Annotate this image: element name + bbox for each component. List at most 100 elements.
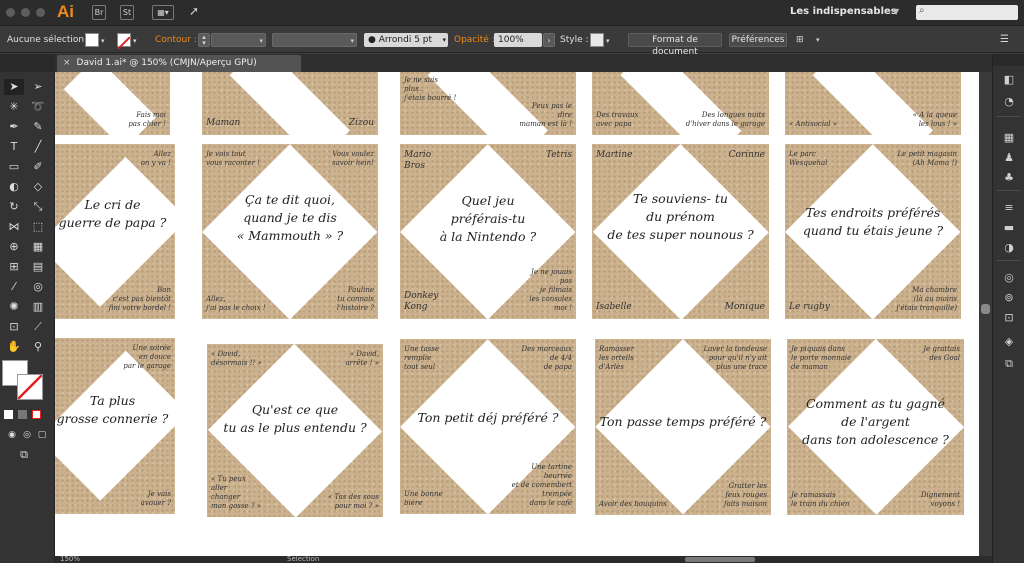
artboard-tool-icon[interactable]: ⊡ xyxy=(4,319,24,335)
shaper-tool-icon[interactable]: ◐ xyxy=(4,179,24,195)
window-close-button[interactable] xyxy=(6,8,15,17)
brush-definition-dropdown[interactable]: ● Arrondi 5 pt ▾ xyxy=(364,33,448,47)
arrange-documents-icon[interactable]: ▦▾ xyxy=(152,5,174,20)
rectangle-tool-icon[interactable]: ▭ xyxy=(4,159,24,175)
question-card[interactable]: Maman Zizou xyxy=(202,72,378,135)
swatches-panel-icon[interactable]: ▦ xyxy=(999,130,1019,146)
chevron-down-icon[interactable]: ▾ xyxy=(816,36,820,44)
question-card[interactable]: Ton petit déj préféré ? Une tasse remplie… xyxy=(400,339,576,514)
window-zoom-button[interactable] xyxy=(36,8,45,17)
panel-grip[interactable] xyxy=(0,54,55,72)
brushes-panel-icon[interactable]: ♟ xyxy=(999,150,1019,166)
line-tool-icon[interactable]: ╱ xyxy=(28,139,48,155)
rotate-tool-icon[interactable]: ↻ xyxy=(4,199,24,215)
gradient-mode-icon[interactable] xyxy=(18,410,27,419)
window-minimize-button[interactable] xyxy=(21,8,30,17)
question-card[interactable]: Comment as tu gagné de l'argent dans ton… xyxy=(787,339,964,515)
bridge-button[interactable]: Br xyxy=(92,5,106,20)
close-icon[interactable]: × xyxy=(63,58,71,68)
chevron-down-icon[interactable]: ▼ xyxy=(893,7,899,16)
chevron-down-icon[interactable]: ▾ xyxy=(606,37,610,45)
appearance-panel-icon[interactable]: ◎ xyxy=(999,270,1019,286)
draw-inside-icon[interactable]: ▢ xyxy=(32,427,52,443)
lasso-tool-icon[interactable]: ➰ xyxy=(28,99,48,115)
question-card[interactable]: Le cri de guerre de papa ? Allez on y va … xyxy=(55,144,175,319)
question-card[interactable]: « Antisocial » « A la queue les lous ! » xyxy=(785,72,961,135)
question-card[interactable]: Tes endroits préférés quand tu étais jeu… xyxy=(785,144,961,319)
fill-swatch[interactable] xyxy=(85,33,99,47)
question-card[interactable]: Ta plus grosse connerie ? Une soirée en d… xyxy=(55,338,175,514)
magic-wand-tool-icon[interactable]: ✳ xyxy=(4,99,24,115)
gradient-tool-icon[interactable]: ▤ xyxy=(28,259,48,275)
hand-tool-icon[interactable]: ✋ xyxy=(4,339,24,355)
transparency-panel-icon[interactable]: ◑ xyxy=(999,240,1019,256)
stroke-weight-field[interactable]: ▾ xyxy=(211,33,266,47)
none-mode-icon[interactable] xyxy=(32,410,41,419)
artboard-canvas[interactable]: Fais moi pas chier ! Maman Zizou Je ne suis… xyxy=(55,72,979,556)
pen-tool-icon[interactable]: ✒ xyxy=(4,119,24,135)
opacity-field[interactable]: 100% xyxy=(494,33,542,47)
blend-tool-icon[interactable]: ◎ xyxy=(28,279,48,295)
help-search-input[interactable] xyxy=(930,6,1014,18)
perspective-grid-tool-icon[interactable]: ▦ xyxy=(28,239,48,255)
stock-button[interactable]: St xyxy=(120,5,134,20)
stroke-panel-icon[interactable]: ≡ xyxy=(999,200,1019,216)
question-card[interactable]: Quel jeu préférais-tu à la Nintendo ? Mar… xyxy=(400,144,576,319)
selection-tool-icon[interactable]: ➤ xyxy=(4,79,24,95)
free-transform-tool-icon[interactable]: ⬚ xyxy=(28,219,48,235)
panel-grip[interactable] xyxy=(993,54,1024,66)
mesh-tool-icon[interactable]: ⊞ xyxy=(4,259,24,275)
stroke-color-box[interactable] xyxy=(17,374,43,400)
direct-selection-tool-icon[interactable]: ➢ xyxy=(28,79,48,95)
color-mode-icon[interactable] xyxy=(4,410,13,419)
arrange-icon[interactable]: ⊞ xyxy=(796,35,804,45)
gpu-rocket-icon[interactable]: ➚ xyxy=(186,5,202,20)
question-card[interactable]: Qu'est ce que tu as le plus entendu ? « D… xyxy=(207,344,383,517)
document-tab[interactable]: × David 1.ai* @ 150% (CMJN/Aperçu GPU) xyxy=(57,55,301,72)
question-card[interactable]: Fais moi pas chier ! xyxy=(55,72,170,135)
stroke-swatch[interactable] xyxy=(117,33,131,50)
preferences-button[interactable]: Préférences xyxy=(729,33,787,47)
eyedropper-tool-icon[interactable]: ⁄ xyxy=(4,279,24,295)
artboards-panel-icon[interactable]: ⧉ xyxy=(999,356,1019,372)
help-search-field[interactable]: ⌕ xyxy=(916,5,1018,20)
question-card[interactable]: Je ne suis plus.. j'étais bourré ! Peux p… xyxy=(400,72,576,135)
paintbrush-tool-icon[interactable]: ✐ xyxy=(28,159,48,175)
graphic-style-swatch[interactable] xyxy=(590,33,604,47)
image-trace-panel-icon[interactable]: ⊡ xyxy=(999,310,1019,326)
workspace-switcher[interactable]: Les indispensables xyxy=(790,6,897,17)
vertical-scroll-thumb[interactable] xyxy=(981,304,990,314)
graphic-styles-panel-icon[interactable]: ⊚ xyxy=(999,290,1019,306)
width-tool-icon[interactable]: ⋈ xyxy=(4,219,24,235)
gradient-panel-icon[interactable]: ▬ xyxy=(999,220,1019,236)
chevron-down-icon[interactable]: ▾ xyxy=(133,37,137,45)
zoom-level[interactable]: 150% xyxy=(60,555,80,563)
layers-panel-icon[interactable]: ◈ xyxy=(999,334,1019,350)
color-guide-icon[interactable]: ◔ xyxy=(999,94,1019,110)
question-card[interactable]: Ton passe temps préféré ? Ramasser les or… xyxy=(595,339,771,515)
question-card[interactable]: Te souviens- tu du prénom de tes super n… xyxy=(592,144,769,319)
eraser-tool-icon[interactable]: ◇ xyxy=(28,179,48,195)
vertical-scrollbar[interactable] xyxy=(979,72,992,556)
horizontal-scroll-thumb[interactable] xyxy=(685,557,755,562)
type-tool-icon[interactable]: T xyxy=(4,139,24,155)
curvature-tool-icon[interactable]: ✎ xyxy=(28,119,48,135)
symbol-sprayer-tool-icon[interactable]: ✺ xyxy=(4,299,24,315)
panel-menu-icon[interactable]: ☰ xyxy=(1000,34,1009,45)
chevron-down-icon[interactable]: ▾ xyxy=(101,37,105,45)
stroke-weight-label[interactable]: Contour : xyxy=(155,35,197,45)
screen-mode-icon[interactable]: ⧉ xyxy=(14,447,34,463)
column-graph-tool-icon[interactable]: ▥ xyxy=(28,299,48,315)
question-card[interactable]: Des travaux avec papa Des longues nuits d… xyxy=(592,72,769,135)
zoom-tool-icon[interactable]: ⚲ xyxy=(28,339,48,355)
opacity-slider-arrow[interactable]: › xyxy=(543,33,555,47)
color-panel-icon[interactable]: ◧ xyxy=(999,72,1019,88)
symbols-panel-icon[interactable]: ♣ xyxy=(999,170,1019,186)
stroke-stepper[interactable]: ▴ ▾ xyxy=(198,33,210,47)
slice-tool-icon[interactable]: ⟋ xyxy=(28,319,48,335)
opacity-label[interactable]: Opacité : xyxy=(454,35,495,45)
scale-tool-icon[interactable]: ⤡ xyxy=(28,199,48,215)
variable-width-profile[interactable]: ▾ xyxy=(272,33,357,47)
status-mode[interactable]: Sélection xyxy=(287,555,319,563)
shape-builder-tool-icon[interactable]: ⊕ xyxy=(4,239,24,255)
